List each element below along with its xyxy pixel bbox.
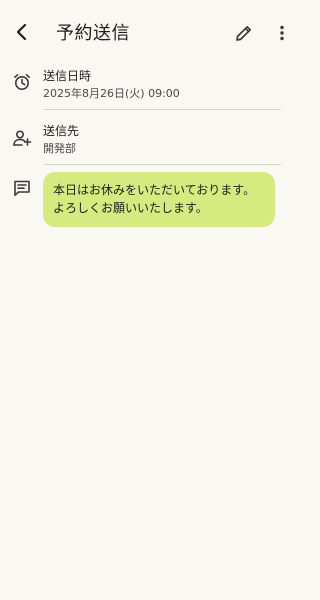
message-line-2: よろしくお願いいたします。 [53, 201, 208, 215]
add-person-icon [10, 126, 34, 150]
alarm-clock-icon [10, 70, 34, 94]
divider [43, 164, 281, 165]
message-bubble[interactable]: 本日はお休みをいただいております。 よろしくお願いいたします。 [43, 172, 275, 227]
more-options-button[interactable] [270, 21, 294, 45]
arrow-back-icon [16, 23, 27, 41]
more-vert-icon [280, 25, 284, 41]
page-title: 予約送信 [56, 23, 130, 44]
scheduled-send-screen: 予約送信 送信日時 2025年8月26日(火) 09:00 送信先 開発部 本日… [0, 0, 300, 600]
message-line-1: 本日はお休みをいただいております。 [53, 183, 256, 197]
recipient-value[interactable]: 開発部 [43, 140, 76, 156]
send-datetime-value[interactable]: 2025年8月26日(火) 09:00 [43, 85, 180, 101]
edit-button[interactable] [232, 21, 256, 45]
message-icon [10, 176, 34, 200]
recipient-label: 送信先 [43, 124, 80, 138]
back-button[interactable] [8, 18, 36, 46]
pencil-icon [236, 25, 252, 41]
top-app-bar: 予約送信 [0, 0, 300, 66]
send-datetime-label: 送信日時 [43, 69, 92, 83]
divider [43, 109, 281, 110]
